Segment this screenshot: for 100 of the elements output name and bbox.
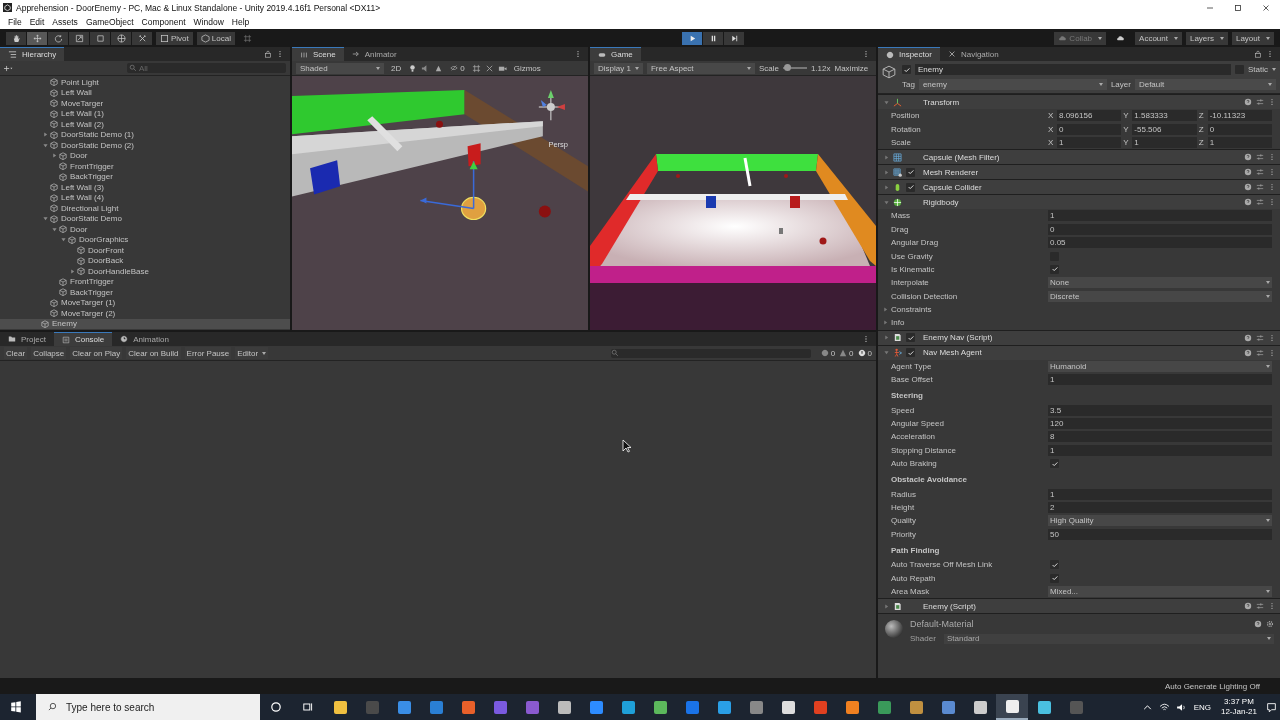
add-dropdown-icon[interactable] (4, 63, 13, 73)
menu-item[interactable]: Window (189, 17, 228, 27)
value-dropdown[interactable]: Discrete (1048, 290, 1272, 302)
hierarchy-item[interactable]: DoorFront (0, 245, 290, 256)
help-icon[interactable] (1244, 98, 1252, 106)
value-field[interactable]: 0.05 (1048, 237, 1272, 249)
custom-tool-button[interactable] (132, 31, 152, 45)
menu-item[interactable]: Component (137, 17, 190, 27)
2d-toggle[interactable]: 2D (388, 62, 405, 74)
menu-item[interactable]: Help (227, 17, 254, 27)
hierarchy-item[interactable]: Left Wall (3) (0, 182, 290, 193)
hierarchy-item[interactable]: DoorStatic Demo (2) (0, 140, 290, 151)
settings-icon[interactable] (1266, 619, 1274, 628)
value-field[interactable]: 120 (1048, 418, 1272, 430)
cloud-icon[interactable] (1116, 33, 1126, 43)
menu-item[interactable]: Assets (48, 17, 82, 27)
hierarchy-item[interactable]: MoveTarger (1) (0, 297, 290, 308)
clock[interactable]: 3:37 PM 12-Jan-21 (1220, 697, 1257, 717)
expanded-arrow-icon[interactable] (52, 226, 57, 232)
component-header[interactable]: Mesh Renderer (878, 164, 1280, 180)
collapsed-arrow-icon[interactable] (52, 153, 57, 159)
number-field[interactable]: 1 (1207, 136, 1272, 148)
help-icon[interactable] (1244, 153, 1252, 162)
hierarchy-item[interactable]: Left Wall (4) (0, 192, 290, 203)
hierarchy-item[interactable]: FrontTrigger (0, 161, 290, 172)
task-view-icon[interactable] (302, 701, 314, 713)
taskbar-app[interactable] (996, 694, 1028, 720)
local-toggle[interactable]: Local (196, 31, 235, 45)
static-dropdown[interactable]: Static (1248, 65, 1276, 74)
rotate-tool-button[interactable] (48, 31, 68, 45)
help-icon[interactable] (1244, 333, 1252, 342)
value-field[interactable]: 50 (1048, 528, 1272, 540)
value-dropdown[interactable]: Mixed... (1048, 585, 1272, 597)
value-field[interactable]: 1 (1048, 374, 1272, 386)
close-icon[interactable] (1261, 2, 1271, 13)
hierarchy-item[interactable]: Point Light (0, 77, 290, 88)
shader-dropdown[interactable]: Standard (944, 633, 1274, 644)
component-header[interactable]: Transform (878, 94, 1280, 109)
cortana-icon[interactable] (270, 701, 282, 713)
expanded-arrow-icon[interactable] (43, 142, 48, 148)
checkbox[interactable] (1050, 264, 1059, 274)
checkbox[interactable] (1050, 573, 1059, 583)
hierarchy-item[interactable]: Door (0, 224, 290, 235)
hierarchy-item[interactable]: DoorGraphics (0, 234, 290, 245)
help-icon[interactable] (1244, 198, 1252, 207)
transform-tool-button[interactable] (111, 31, 131, 45)
sliders-icon[interactable] (1256, 602, 1264, 611)
rect-tool-button[interactable] (90, 31, 110, 45)
checkbox[interactable] (1050, 459, 1059, 469)
hand-tool-button[interactable] (6, 31, 26, 45)
menu-icon[interactable] (1268, 348, 1276, 357)
name-field[interactable]: Enemy (915, 64, 1231, 75)
display-dropdown[interactable]: Display 1 (594, 62, 643, 74)
hierarchy-item[interactable]: Directional Light (0, 203, 290, 214)
sliders-icon[interactable] (1256, 98, 1264, 106)
number-field[interactable]: 1.583333 (1132, 110, 1197, 122)
menu-item[interactable]: GameObject (81, 17, 138, 27)
hierarchy-item[interactable]: BackTrigger (0, 287, 290, 298)
enabled-checkbox[interactable] (906, 182, 915, 192)
sliders-icon[interactable] (1256, 348, 1264, 357)
enabled-checkbox[interactable] (906, 348, 915, 358)
hierarchy-item[interactable]: DoorHandleBase (0, 266, 290, 277)
expanded-arrow-icon[interactable] (61, 237, 66, 243)
active-checkbox[interactable] (902, 65, 911, 74)
value-field[interactable]: 3.5 (1048, 404, 1272, 416)
menu-icon[interactable] (862, 50, 870, 58)
hierarchy-item[interactable]: BackTrigger (0, 171, 290, 182)
sliders-icon[interactable] (1256, 198, 1264, 207)
aspect-dropdown[interactable]: Free Aspect (646, 62, 755, 74)
hierarchy-item[interactable]: FrontTrigger (0, 276, 290, 287)
menu-item[interactable]: Edit (25, 17, 49, 27)
search-field[interactable] (610, 348, 811, 358)
info-count[interactable]: 0 (820, 348, 836, 358)
collapsed-arrow-icon[interactable] (883, 307, 888, 313)
component-header[interactable]: Capsule (Mesh Filter) (878, 149, 1280, 165)
help-icon[interactable] (1244, 183, 1252, 192)
tools-icon[interactable] (484, 63, 494, 73)
hierarchy-tab[interactable]: Hierarchy (0, 47, 65, 61)
value-field[interactable]: 2 (1048, 502, 1272, 513)
enabled-checkbox[interactable] (906, 167, 915, 177)
animation-tab[interactable]: Animation (112, 332, 177, 346)
move-tool-button[interactable] (27, 31, 47, 45)
layers-dropdown[interactable]: Layers (1185, 31, 1228, 45)
menu-icon[interactable] (1268, 183, 1276, 192)
hierarchy-item[interactable]: DoorStatic Demo (0, 213, 290, 224)
editor-dropdown[interactable]: Editor (235, 347, 269, 359)
hierarchy-item[interactable]: MoveTarger (2) (0, 308, 290, 319)
hierarchy-item[interactable]: DoorStatic Demo (1) (0, 129, 290, 140)
warning-count[interactable]: 0 (839, 348, 854, 358)
hierarchy-item[interactable]: Door (0, 150, 290, 161)
grid-icon[interactable] (471, 63, 481, 73)
sliders-icon[interactable] (1256, 183, 1264, 192)
console-toolbar-button[interactable]: Clear (4, 347, 28, 359)
maximize-toggle[interactable]: Maximize (834, 63, 869, 73)
menu-icon[interactable] (1266, 50, 1274, 58)
value-field[interactable]: 1 (1048, 210, 1272, 222)
console-toolbar-button[interactable]: Clear on Build (126, 347, 181, 359)
help-icon[interactable] (1244, 348, 1252, 357)
collapsed-arrow-icon[interactable] (70, 268, 75, 274)
grid-snap-icon[interactable] (242, 33, 252, 43)
